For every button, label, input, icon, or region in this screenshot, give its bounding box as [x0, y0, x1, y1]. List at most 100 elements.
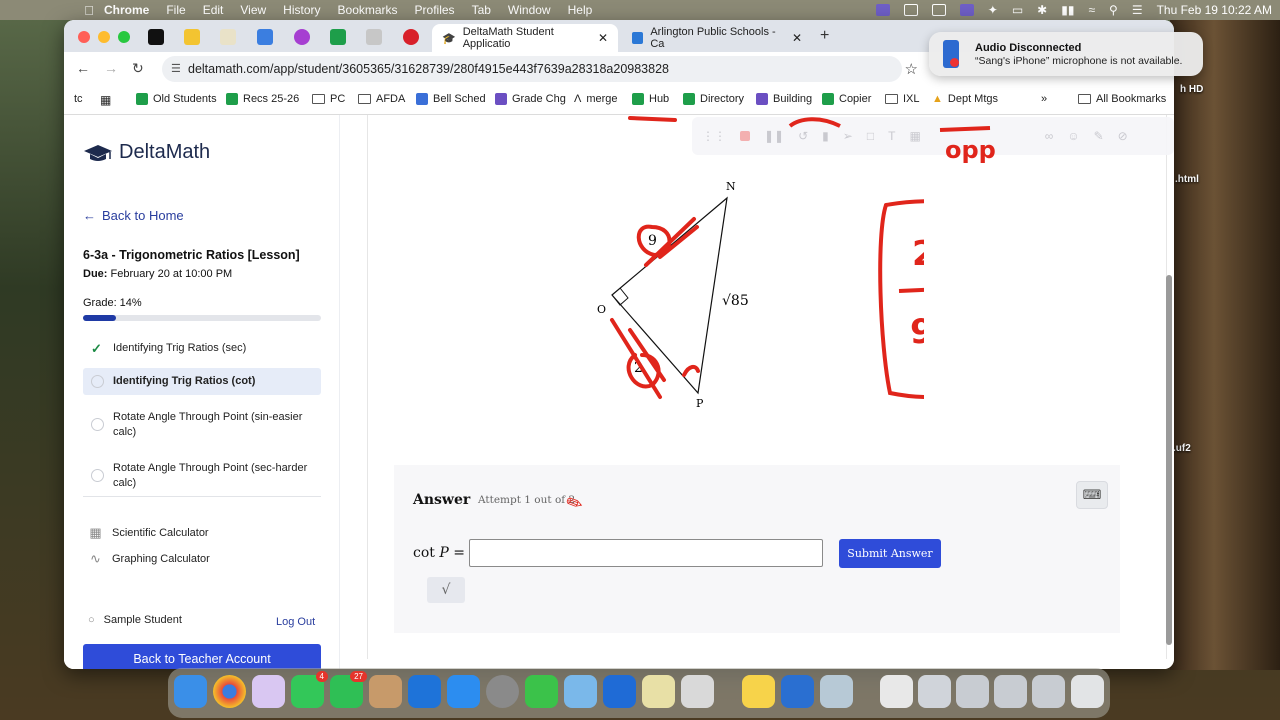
close-tab-icon[interactable]: ✕: [598, 31, 608, 45]
settings-icon[interactable]: [486, 675, 519, 708]
tab-deltamath[interactable]: 🎓 DeltaMath Student Applicatio ✕: [432, 24, 618, 52]
bookmark-item[interactable]: Grade Chg: [495, 93, 566, 105]
lock-app-icon[interactable]: [525, 675, 558, 708]
contacts-icon[interactable]: [369, 675, 402, 708]
problem-item-cot[interactable]: Identifying Trig Ratios (cot): [83, 368, 321, 395]
screenshot-file-icon[interactable]: [1032, 675, 1065, 708]
all-bookmarks-folder[interactable]: All Bookmarks: [1078, 93, 1166, 105]
grid-app-icon[interactable]: [642, 675, 675, 708]
reload-icon[interactable]: ↻: [132, 60, 144, 77]
link-icon[interactable]: ∞: [1045, 129, 1054, 143]
window-icon[interactable]: [903, 4, 918, 16]
back-to-teacher-button[interactable]: Back to Teacher Account: [83, 644, 321, 669]
menu-file[interactable]: File: [166, 3, 185, 17]
device-icon[interactable]: [681, 675, 714, 708]
bookmark-folder[interactable]: AFDA: [358, 93, 405, 105]
bookmark-item[interactable]: Building: [756, 93, 812, 105]
search-icon[interactable]: ⚲: [1109, 3, 1118, 17]
page-scrollbar[interactable]: [1166, 275, 1172, 645]
mail-icon[interactable]: [603, 675, 636, 708]
graphing-calculator-link[interactable]: ∿ Graphing Calculator: [88, 551, 210, 566]
menu-window[interactable]: Window: [508, 3, 551, 17]
tools-icon[interactable]: [781, 675, 814, 708]
desktop-file-label[interactable]: h HD: [1180, 84, 1203, 95]
bookmark-item[interactable]: Directory: [683, 93, 744, 105]
bookmarks-overflow-button[interactable]: »: [1041, 93, 1047, 105]
menu-help[interactable]: Help: [568, 3, 593, 17]
pdf-file-icon[interactable]: [880, 675, 913, 708]
display-icon[interactable]: ▭: [1012, 3, 1023, 17]
scientific-calculator-link[interactable]: ▦ Scientific Calculator: [88, 525, 208, 540]
trash-icon[interactable]: [1071, 675, 1104, 708]
chrome-icon[interactable]: [213, 675, 246, 708]
pinned-tab-icon[interactable]: [294, 29, 310, 45]
clock[interactable]: Thu Feb 19 10:22 AM: [1157, 3, 1272, 17]
control-center-icon[interactable]: ☰: [1132, 3, 1143, 17]
menu-view[interactable]: View: [240, 3, 266, 17]
desktop-file-label[interactable]: .html: [1175, 174, 1199, 185]
deltamath-logo[interactable]: DeltaMath: [83, 141, 210, 164]
wifi-icon[interactable]: ≈: [1088, 3, 1095, 17]
pinned-tab-icon[interactable]: [148, 29, 164, 45]
desktop-file-label[interactable]: .uf2: [1173, 443, 1191, 454]
pinned-tab-icon[interactable]: [257, 29, 273, 45]
pinned-tab-icon[interactable]: [403, 29, 419, 45]
bluetooth-icon[interactable]: ✱: [1037, 3, 1047, 17]
problem-item-sin-easier[interactable]: Rotate Angle Through Point (sin-easier c…: [83, 404, 321, 446]
app-icon[interactable]: [408, 675, 441, 708]
apple-menu-icon[interactable]: : [74, 3, 104, 18]
finder-icon[interactable]: [174, 675, 207, 708]
screenshot-file-icon[interactable]: [918, 675, 951, 708]
audio-notification[interactable]: Audio Disconnected “Sang's iPhone” micro…: [929, 32, 1203, 76]
tool-icon[interactable]: ✦: [988, 3, 998, 17]
close-window-button[interactable]: [78, 31, 90, 43]
bookmark-item[interactable]: Old Students: [136, 93, 217, 105]
student-profile[interactable]: ○ Sample Student: [88, 614, 182, 626]
submit-answer-button[interactable]: Submit Answer: [839, 539, 941, 568]
url-bar[interactable]: ☰ deltamath.com/app/student/3605365/3162…: [162, 56, 918, 82]
notes-icon[interactable]: [742, 675, 775, 708]
bookmark-item[interactable]: Λmerge: [574, 93, 618, 105]
preview-icon[interactable]: [820, 675, 853, 708]
annotate-icon[interactable]: [959, 4, 974, 16]
menu-history[interactable]: History: [283, 3, 320, 17]
pinned-tab-icon[interactable]: [184, 29, 200, 45]
keyboard-toggle-button[interactable]: ⌨: [1076, 481, 1108, 509]
forward-arrow-icon[interactable]: →: [104, 60, 118, 76]
messages-icon[interactable]: 4: [291, 671, 328, 708]
apps-grid-icon[interactable]: ▦: [100, 93, 111, 107]
url-text[interactable]: deltamath.com/app/student/3605365/316287…: [188, 62, 669, 76]
bookmark-item[interactable]: Hub: [632, 93, 669, 105]
emoji-icon[interactable]: ☺: [1067, 129, 1079, 143]
bookmark-item[interactable]: Recs 25-26: [226, 93, 299, 105]
back-to-home-link[interactable]: ← Back to Home: [83, 208, 184, 223]
answer-input[interactable]: [469, 539, 823, 567]
bookmark-folder[interactable]: PC: [312, 93, 345, 105]
problem-item-sec[interactable]: ✓ Identifying Trig Ratios (sec): [83, 337, 321, 362]
menu-profiles[interactable]: Profiles: [415, 3, 455, 17]
minimize-window-button[interactable]: [98, 31, 110, 43]
bookmark-star-icon[interactable]: ☆: [905, 60, 918, 78]
bookmark-folder[interactable]: IXL: [885, 93, 920, 105]
pinned-tab-icon[interactable]: [220, 29, 236, 45]
menu-app-name[interactable]: Chrome: [104, 3, 149, 17]
pinned-tab-icon[interactable]: [366, 29, 382, 45]
menu-edit[interactable]: Edit: [203, 3, 224, 17]
zoom-window-button[interactable]: [118, 31, 130, 43]
bookmark-item[interactable]: Copier: [822, 93, 871, 105]
log-out-link[interactable]: Log Out: [276, 616, 315, 628]
screenshot-file-icon[interactable]: [994, 675, 1027, 708]
tab-arlington[interactable]: Arlington Public Schools - Ca ✕: [622, 24, 812, 52]
problem-item-sec-harder[interactable]: Rotate Angle Through Point (sec-harder c…: [83, 455, 321, 496]
battery-icon[interactable]: ▮▮: [1061, 3, 1074, 17]
new-tab-button[interactable]: +: [820, 27, 829, 45]
bookmark-item[interactable]: tc: [74, 93, 83, 105]
mute-icon[interactable]: ⊘: [1118, 129, 1128, 143]
menu-tab[interactable]: Tab: [472, 3, 491, 17]
back-arrow-icon[interactable]: ←: [76, 60, 90, 76]
screenshot-file-icon[interactable]: [956, 675, 989, 708]
close-tab-icon[interactable]: ✕: [792, 31, 802, 45]
sqrt-button[interactable]: √: [427, 577, 465, 603]
app-store-icon[interactable]: [447, 675, 480, 708]
bookmark-item[interactable]: ▲ Dept Mtgs: [932, 93, 998, 105]
